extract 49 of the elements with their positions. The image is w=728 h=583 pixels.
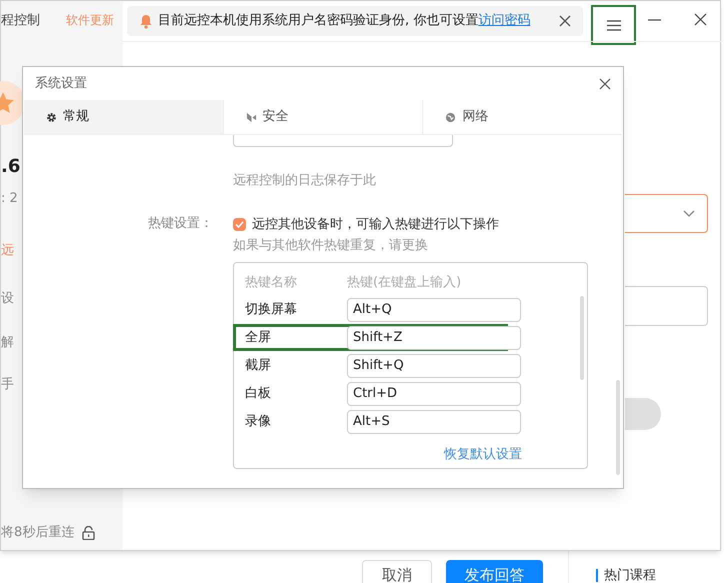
close-icon[interactable] — [559, 15, 571, 27]
status-text: 将8秒后重连 — [1, 524, 74, 542]
sidebar-text: 手 — [1, 376, 14, 394]
close-icon[interactable] — [599, 78, 611, 90]
column-header: 热键名称 — [245, 274, 298, 292]
bell-icon — [139, 14, 153, 28]
section-heading: 热门课程 — [604, 567, 656, 583]
heading-marker-icon — [596, 569, 598, 582]
close-icon[interactable] — [694, 13, 707, 26]
settings-tab[interactable]: 常规 — [24, 100, 223, 134]
hotkey-field[interactable]: Shift+Z — [347, 326, 521, 350]
hotkey-field[interactable]: Shift+Q — [347, 354, 521, 378]
settings-tab[interactable]: 安全 — [222, 100, 422, 134]
hotkey-name: 全屏 — [245, 328, 272, 347]
hotkey-name: 录像 — [245, 412, 272, 431]
hotkey-name: 截屏 — [245, 356, 272, 375]
hotkey-field[interactable]: Alt+Q — [347, 298, 521, 322]
toggle-button[interactable] — [625, 398, 661, 430]
input-field[interactable] — [625, 286, 708, 326]
hotkey-name: 白板 — [245, 384, 272, 403]
checkbox[interactable] — [233, 218, 246, 232]
field-label: 热键设置： — [148, 215, 213, 233]
hotkey-field[interactable]: Ctrl+D — [347, 382, 521, 406]
sidebar-text: 设 — [1, 290, 14, 308]
hotkey-name: 切换屏幕 — [245, 300, 298, 319]
sidebar-text: 解 — [1, 334, 14, 352]
hint-text: 如果与其他软件热键重复，请更换 — [233, 237, 428, 255]
scrollbar[interactable] — [580, 296, 584, 380]
checkbox-label: 远控其他设备时，可输入热键进行以下操作 — [252, 216, 499, 234]
menu-icon — [606, 20, 620, 30]
hint-text: 远程控制的日志保存于此 — [233, 172, 376, 190]
minimize-icon[interactable] — [648, 19, 661, 21]
dialog-title: 系统设置 — [35, 74, 87, 93]
password-link[interactable]: 访问密码 — [478, 13, 530, 28]
menu-button[interactable] — [591, 5, 636, 45]
dropdown-field[interactable] — [625, 194, 708, 233]
scrollbar[interactable] — [616, 380, 620, 475]
hotkey-field[interactable]: Alt+S — [347, 410, 521, 434]
sidebar-text: : 2 — [1, 190, 18, 208]
app-title: 程控制 — [1, 12, 40, 30]
column-header: 热键(在键盘上输入) — [347, 274, 462, 292]
lock-icon — [82, 526, 96, 540]
gear-icon — [46, 112, 57, 122]
publish-button[interactable]: 发布回答 — [446, 560, 543, 583]
cancel-button[interactable]: 取消 — [362, 560, 432, 583]
chevron-down-icon — [683, 210, 695, 217]
notice-text: 目前远控本机使用系统用户名密码验证身份, 你也可设置访问密码 — [158, 12, 530, 30]
sidebar-text: .6 — [1, 155, 20, 179]
sidebar-text: 远 — [1, 242, 14, 260]
